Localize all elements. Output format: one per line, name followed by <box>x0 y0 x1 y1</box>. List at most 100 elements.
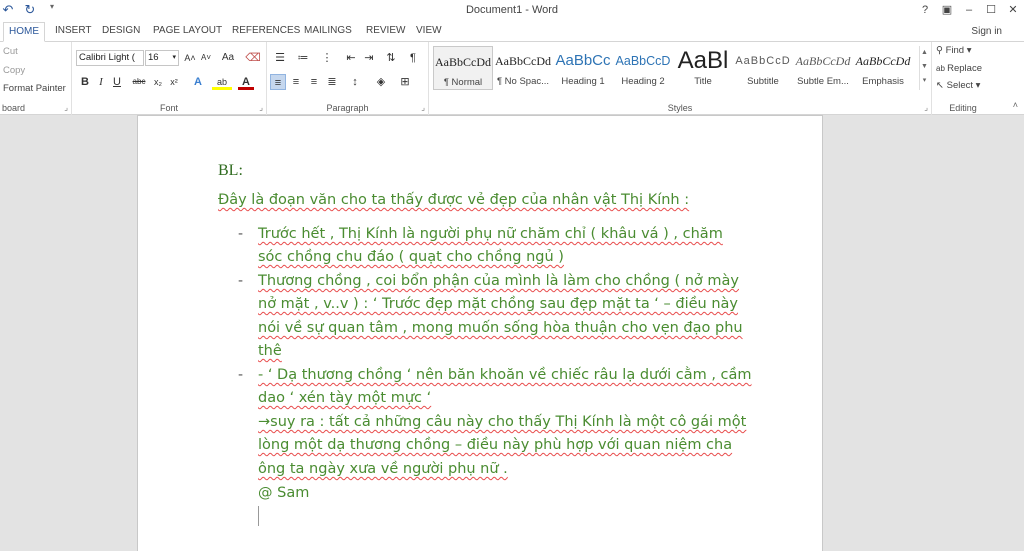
signature: @ Sam <box>258 485 310 501</box>
editing-group-label: Editing <box>949 103 977 113</box>
increase-indent-icon[interactable]: ⇥ <box>361 50 377 66</box>
style-name: Emphasis <box>862 76 904 87</box>
bullets-icon[interactable]: ☰ <box>270 50 290 66</box>
style-title[interactable]: AaBl Title <box>673 46 733 90</box>
font-size-combo[interactable]: 16 ▾ <box>145 50 179 66</box>
tab-page-layout[interactable]: PAGE LAYOUT <box>148 22 227 42</box>
clipboard-launcher-icon[interactable]: ⌟ <box>64 103 68 112</box>
font-name-combo[interactable]: Calibri Light ( <box>76 50 144 66</box>
clear-formatting-icon[interactable]: ⌫ <box>245 50 261 66</box>
scroll-down-icon[interactable]: ▼ <box>920 60 929 74</box>
style-subtle-emphasis[interactable]: AaBbCcDd Subtle Em... <box>793 46 853 90</box>
find-button[interactable]: ⚲ Find ▾ <box>936 45 972 56</box>
style-preview: AaBbCc <box>555 52 611 69</box>
font-size-value: 16 <box>148 52 159 63</box>
styles-launcher-icon[interactable]: ⌟ <box>924 103 928 112</box>
tab-home[interactable]: HOME <box>3 22 45 42</box>
superscript-button[interactable]: x² <box>166 74 182 90</box>
style-emphasis[interactable]: AaBbCcDd Emphasis <box>853 46 913 90</box>
style-no-spacing[interactable]: AaBbCcDd ¶ No Spac... <box>493 46 553 90</box>
style-subtitle[interactable]: AaBbCcD Subtitle <box>733 46 793 90</box>
paragraph-launcher-icon[interactable]: ⌟ <box>421 103 425 112</box>
tab-insert[interactable]: INSERT <box>50 22 97 42</box>
tab-review[interactable]: REVIEW <box>361 22 410 42</box>
more-styles-icon[interactable]: ▾ <box>920 74 929 88</box>
justify-icon[interactable]: ≣ <box>324 74 340 90</box>
cut-button[interactable]: Cut <box>3 46 18 57</box>
minimize-icon[interactable]: – <box>958 0 980 20</box>
align-center-icon[interactable]: ≡ <box>288 74 304 90</box>
text-effects-button[interactable]: A <box>190 74 206 90</box>
style-preview: AaBbCcDd <box>795 54 851 68</box>
bullet2-line3: nói về sự quan tâm , mong muốn sống hòa … <box>258 320 743 336</box>
show-marks-button[interactable]: ¶ <box>405 50 421 66</box>
select-label: Select <box>946 80 974 91</box>
replace-button[interactable]: ab Replace <box>936 63 982 74</box>
conclusion-line3: ông ta ngày xưa về người phụ nữ . <box>258 461 508 477</box>
doc-intro: Đây là đoạn văn cho ta thấy được vẻ đẹp … <box>218 192 689 208</box>
bullet1-line1: Trước hết , Thị Kính là người phụ nữ chă… <box>258 226 723 242</box>
align-left-icon[interactable]: ≡ <box>270 74 286 90</box>
tab-design[interactable]: DESIGN <box>97 22 145 42</box>
multilevel-list-icon[interactable]: ⋮ <box>317 50 337 66</box>
bullet2-line4: thê <box>258 343 282 359</box>
editing-group: ⚲ Find ▾ ab Replace ↖ Select ▾ Editing <box>932 42 994 115</box>
close-icon[interactable]: ✕ <box>1002 0 1024 20</box>
change-case-button[interactable]: Aa <box>218 50 238 66</box>
select-button[interactable]: ↖ Select ▾ <box>936 80 980 91</box>
font-name-value: Calibri Light ( <box>79 52 135 63</box>
styles-group-label: Styles <box>667 103 693 113</box>
font-group: Calibri Light ( 16 ▾ A˄ A˅ Aa ⌫ B I U abc… <box>72 42 267 115</box>
strikethrough-button[interactable]: abc <box>129 74 149 90</box>
tab-view[interactable]: VIEW <box>411 22 447 42</box>
binoculars-icon: ⚲ <box>936 45 946 56</box>
chevron-down-icon: ▾ <box>172 54 176 61</box>
shrink-font-button[interactable]: A˅ <box>198 50 214 66</box>
maximize-icon[interactable]: ☐ <box>980 0 1002 20</box>
bold-button[interactable]: B <box>77 74 93 90</box>
style-heading-2[interactable]: AaBbCcD Heading 2 <box>613 46 673 90</box>
style-preview: AaBbCcD <box>615 54 671 68</box>
bullet-marker: - <box>238 273 244 289</box>
line-spacing-icon[interactable]: ↕ <box>345 74 365 90</box>
intro-text: Đây là đoạn văn cho ta thấy được vẻ đẹp … <box>218 192 690 208</box>
sort-icon[interactable]: ⇅ <box>383 50 399 66</box>
bullet3-line2: dao ‘ xén tày một mực ‘ <box>258 390 432 406</box>
style-name: Heading 2 <box>621 76 665 87</box>
ribbon-tabs: HOME INSERT DESIGN PAGE LAYOUT REFERENCE… <box>0 22 1024 42</box>
numbering-icon[interactable]: ≔ <box>293 50 313 66</box>
font-color-button[interactable]: A <box>238 74 254 90</box>
collapse-ribbon-icon[interactable]: ˄ <box>1013 100 1018 110</box>
sign-in-link[interactable]: Sign in <box>971 26 1002 37</box>
style-heading-1[interactable]: AaBbCc Heading 1 <box>553 46 613 90</box>
style-preview: AaBbCcDd <box>435 55 491 69</box>
decrease-indent-icon[interactable]: ⇤ <box>343 50 359 66</box>
tab-mailings[interactable]: MAILINGS <box>299 22 357 42</box>
align-right-icon[interactable]: ≡ <box>306 74 322 90</box>
paragraph-group-label: Paragraph <box>326 103 369 113</box>
bullet-marker: - <box>238 226 244 242</box>
highlight-button[interactable]: ab <box>212 74 232 90</box>
copy-button[interactable]: Copy <box>3 65 25 76</box>
word-window: ↶ ↻ ▾ Document1 - Word ? ▣ – ☐ ✕ HOME IN… <box>0 0 1024 551</box>
scroll-up-icon[interactable]: ▲ <box>920 46 929 60</box>
document-page[interactable]: BL: Đây là đoạn văn cho ta thấy được vẻ … <box>138 116 822 551</box>
format-painter-button[interactable]: Format Painter <box>3 83 66 94</box>
tab-references[interactable]: REFERENCES <box>227 22 305 42</box>
cursor-icon: ↖ <box>936 80 947 91</box>
help-button[interactable]: ? <box>914 0 936 20</box>
paragraph-group: ☰ ≔ ⋮ ⇤ ⇥ ⇅ ¶ ≡ ≡ ≡ ≣ ↕ ◈ ⊞ Paragraph ⌟ <box>267 42 429 115</box>
grow-font-button[interactable]: A˄ <box>182 50 198 66</box>
style-name: Subtle Em... <box>797 76 849 87</box>
font-launcher-icon[interactable]: ⌟ <box>259 103 263 112</box>
subscript-button[interactable]: x₂ <box>150 74 166 90</box>
shading-icon[interactable]: ◈ <box>371 74 391 90</box>
styles-gallery-scroll[interactable]: ▲ ▼ ▾ <box>919 46 929 90</box>
style-normal[interactable]: AaBbCcDd ¶ Normal <box>433 46 493 90</box>
underline-button[interactable]: U <box>109 74 125 90</box>
conclusion-line2: lòng một dạ thương chồng – điều này phù … <box>258 437 733 453</box>
vertical-scrollbar[interactable] <box>1014 116 1024 551</box>
italic-button[interactable]: I <box>93 74 109 90</box>
ribbon-display-icon[interactable]: ▣ <box>936 0 958 20</box>
borders-icon[interactable]: ⊞ <box>395 74 415 90</box>
